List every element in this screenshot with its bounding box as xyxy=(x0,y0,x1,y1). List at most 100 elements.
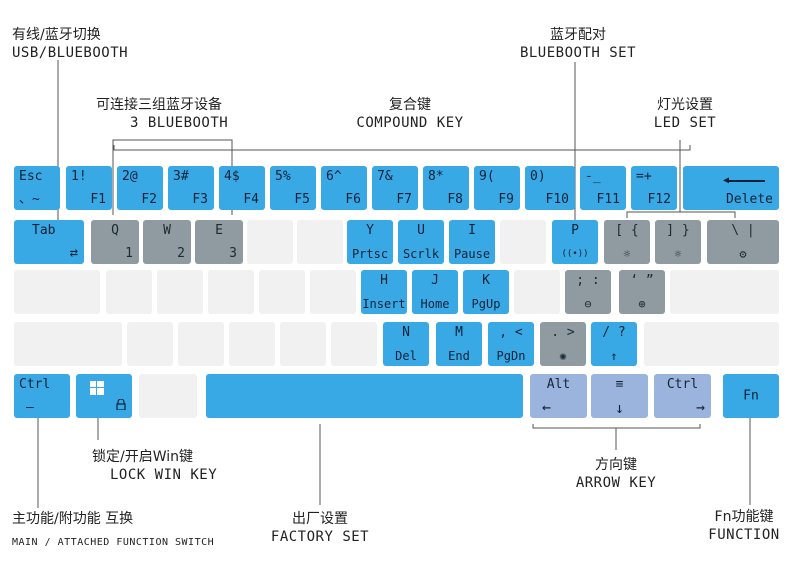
key-f9-bot: F9 xyxy=(498,192,514,207)
key-i[interactable]: I Pause xyxy=(449,220,495,264)
key-e[interactable]: E3 xyxy=(195,220,243,264)
label-main-function-en: MAIN / ATTACHED FUNCTION SWITCH xyxy=(12,537,215,548)
key-ctrl-right[interactable]: Ctrl → xyxy=(654,374,711,418)
key-n-bot: Del xyxy=(395,349,417,363)
key-k[interactable]: K PgUp xyxy=(463,270,509,314)
key-f[interactable] xyxy=(259,270,305,314)
key-e-top: E xyxy=(215,223,223,238)
key-shift-right[interactable] xyxy=(644,322,779,366)
tab-arrows-icon: ⇄ xyxy=(69,245,78,261)
label-led-set-en: LED SET xyxy=(653,115,717,131)
key-f9-top: 9( xyxy=(479,169,495,184)
key-period-top: . > xyxy=(551,325,575,340)
key-space[interactable] xyxy=(206,374,523,418)
key-q[interactable]: Q1 xyxy=(91,220,139,264)
key-t[interactable] xyxy=(297,220,343,264)
key-win[interactable] xyxy=(76,374,132,418)
key-f4[interactable]: 4$ F4 xyxy=(219,166,265,210)
key-alt-right[interactable]: Alt ← xyxy=(530,374,587,418)
backspace-arrow-icon xyxy=(729,180,765,182)
label-bluetooth-set: 蓝牙配对 BLUEBOOTH SET xyxy=(508,26,648,62)
key-i-bot: Pause xyxy=(453,247,491,261)
label-fn-key: Fn功能键 FUNCTION xyxy=(694,508,794,544)
key-esc[interactable]: Esc 、~ xyxy=(14,166,60,210)
key-u-bot: Scrlk xyxy=(402,247,440,261)
key-g[interactable] xyxy=(310,270,356,314)
key-comma[interactable]: , < PgDn xyxy=(488,322,534,366)
key-left-bracket[interactable]: [ {☼ xyxy=(604,220,650,264)
key-f2-top: 2@ xyxy=(122,169,138,184)
key-m[interactable]: M End xyxy=(436,322,482,366)
key-f11-top: -_ xyxy=(585,169,601,184)
label-lock-win: 锁定/开启Win键 LOCK WIN KEY xyxy=(92,448,217,484)
key-f5-top: 5% xyxy=(275,169,291,184)
key-d[interactable] xyxy=(208,270,254,314)
key-a[interactable] xyxy=(106,270,152,314)
light-color-icon: ✺ xyxy=(559,349,567,363)
key-f9[interactable]: 9(F9 xyxy=(474,166,520,210)
key-k-top: K xyxy=(482,273,490,288)
label-three-bluetooth: 可连接三组蓝牙设备 3 BLUEBOOTH xyxy=(96,96,228,132)
key-l[interactable] xyxy=(514,270,560,314)
label-arrow-key-en: ARROW KEY xyxy=(575,475,657,491)
key-f2[interactable]: 2@ F2 xyxy=(117,166,163,210)
bluetooth-signal-icon: ((•)) xyxy=(561,249,589,259)
key-f5[interactable]: 5% F5 xyxy=(270,166,316,210)
key-j[interactable]: J Home xyxy=(412,270,458,314)
key-f10[interactable]: 0) F10 xyxy=(525,166,575,210)
label-factory-set: 出厂设置 FACTORY SET xyxy=(250,510,390,546)
key-q-bot: 1 xyxy=(125,246,133,261)
key-f1[interactable]: 1! F1 xyxy=(66,166,112,210)
key-h-bot: Insert xyxy=(362,297,406,311)
key-quote[interactable]: ‘ ” ⊕ xyxy=(619,270,665,314)
key-menu[interactable]: ≡ ↓ xyxy=(591,374,648,418)
key-f12[interactable]: =+ F12 xyxy=(631,166,677,210)
key-shift-left[interactable] xyxy=(14,322,122,366)
label-usb-bluetooth-zh: 有线/蓝牙切换 xyxy=(12,27,101,43)
key-z[interactable] xyxy=(127,322,173,366)
key-ctrl-right-top: Ctrl xyxy=(666,377,699,392)
arrow-left-icon: ← xyxy=(542,398,552,416)
key-n[interactable]: N Del xyxy=(383,322,429,366)
key-right-bracket[interactable]: ] } ☼ xyxy=(655,220,701,264)
key-f7[interactable]: 7& F7 xyxy=(372,166,418,210)
key-alt-left[interactable] xyxy=(139,374,197,418)
key-r[interactable] xyxy=(247,220,293,264)
key-fn[interactable]: Fn xyxy=(723,374,779,418)
key-backslash[interactable]: \ | ⚙ xyxy=(707,220,779,264)
key-h[interactable]: H Insert xyxy=(361,270,407,314)
key-f7-bot: F7 xyxy=(396,192,412,207)
key-x[interactable] xyxy=(178,322,224,366)
key-ctrl-left[interactable]: Ctrl — xyxy=(14,374,70,418)
key-enter[interactable] xyxy=(670,270,779,314)
key-h-top: H xyxy=(380,273,388,288)
key-semicolon[interactable]: ; : ⊖ xyxy=(565,270,611,314)
key-delete[interactable]: ◀ Delete xyxy=(683,166,779,210)
key-o[interactable] xyxy=(500,220,546,264)
key-slash-top: / ? xyxy=(602,325,626,340)
key-v[interactable] xyxy=(280,322,326,366)
key-c[interactable] xyxy=(229,322,275,366)
key-f5-bot: F5 xyxy=(294,192,310,207)
key-u[interactable]: U Scrlk xyxy=(398,220,444,264)
key-tab[interactable]: Tab ⇄ xyxy=(14,220,84,264)
key-period[interactable]: . > ✺ xyxy=(540,322,586,366)
key-j-bot: Home xyxy=(420,297,450,311)
key-f6[interactable]: 6^ F6 xyxy=(321,166,367,210)
key-y[interactable]: Y Prtsc xyxy=(347,220,393,264)
key-w[interactable]: W2 xyxy=(143,220,191,264)
key-p[interactable]: P ((•)) xyxy=(552,220,598,264)
underline-icon: — xyxy=(26,400,34,415)
key-f8[interactable]: 8* F8 xyxy=(423,166,469,210)
key-quote-top: ‘ ” xyxy=(630,273,654,288)
key-slash[interactable]: / ? ↑ xyxy=(591,322,637,366)
key-f3[interactable]: 3# F3 xyxy=(168,166,214,210)
key-caps[interactable] xyxy=(14,270,100,314)
key-b[interactable] xyxy=(331,322,377,366)
key-f11[interactable]: -_ F11 xyxy=(580,166,626,210)
key-s[interactable] xyxy=(157,270,203,314)
key-f1-bot: F1 xyxy=(90,192,106,207)
arrow-up-icon: ↑ xyxy=(610,349,618,363)
key-p-top: P xyxy=(571,223,579,238)
key-i-top: I xyxy=(468,223,476,238)
